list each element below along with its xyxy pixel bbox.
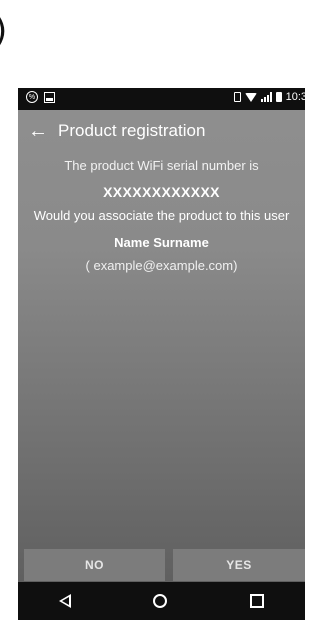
vibrate-icon — [233, 92, 241, 102]
wifi-icon — [244, 92, 257, 102]
status-right-icons: 10:3 — [233, 91, 305, 103]
app-toolbar: ← Product registration — [18, 110, 305, 152]
no-button[interactable]: NO — [24, 549, 165, 581]
action-buttons: NO YES — [24, 549, 305, 581]
user-name: Name Surname — [114, 235, 209, 250]
android-nav-bar — [18, 582, 305, 620]
back-triangle-icon[interactable] — [59, 594, 72, 608]
status-left-icons: % — [26, 91, 55, 103]
figure-label: ) — [0, 14, 7, 48]
percent-circle-icon: % — [26, 91, 38, 103]
status-bar: % 10:3 — [18, 88, 305, 110]
serial-intro-text: The product WiFi serial number is — [64, 158, 259, 173]
battery-icon — [275, 92, 282, 102]
registration-content: The product WiFi serial number is XXXXXX… — [18, 158, 305, 273]
serial-number: XXXXXXXXXXXX — [103, 184, 220, 200]
page-title: Product registration — [58, 121, 206, 140]
back-arrow-icon[interactable]: ← — [18, 121, 58, 141]
home-circle-icon[interactable] — [153, 594, 168, 608]
signal-icon — [260, 92, 272, 102]
user-email: ( example@example.com) — [85, 258, 238, 273]
recents-square-icon[interactable] — [249, 594, 264, 608]
status-time: 10:3 — [285, 91, 305, 103]
phone-screen: % 10:3 ← Product registration The produc… — [18, 88, 305, 620]
association-question: Would you associate the product to this … — [33, 208, 290, 223]
yes-button[interactable]: YES — [173, 549, 305, 581]
image-icon — [44, 91, 55, 103]
